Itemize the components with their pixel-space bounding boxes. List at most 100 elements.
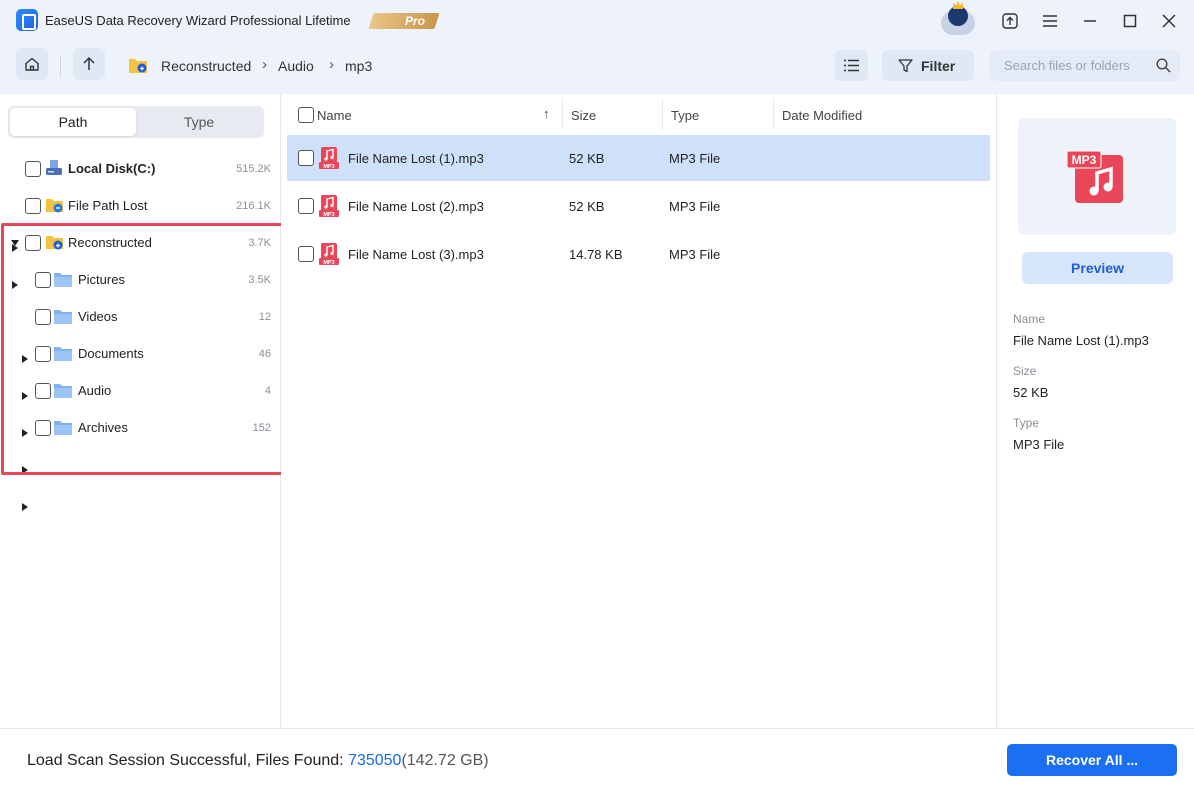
close-icon[interactable] xyxy=(1156,8,1182,34)
svg-text:MP3: MP3 xyxy=(323,164,334,169)
tree-item-label: Documents xyxy=(78,346,144,361)
svg-text:MP3: MP3 xyxy=(323,212,334,217)
chevron-right-icon: › xyxy=(262,56,267,73)
file-checkbox[interactable] xyxy=(298,150,314,166)
file-type: MP3 File xyxy=(669,151,721,166)
details-panel: MP3 Preview Name File Name Lost (1).mp3 … xyxy=(996,94,1194,728)
tree-item-count: 216.1K xyxy=(236,199,271,212)
search-input[interactable] xyxy=(990,50,1150,81)
preview-thumbnail: MP3 xyxy=(1018,118,1176,235)
expand-arrow-icon[interactable] xyxy=(22,466,28,474)
file-row[interactable]: MP3 File Name Lost (3).mp3 14.78 KB MP3 … xyxy=(287,231,990,277)
disk-icon xyxy=(46,160,62,175)
file-row[interactable]: MP3 File Name Lost (1).mp3 52 KB MP3 Fil… xyxy=(287,135,990,181)
mp3-file-icon: MP3 xyxy=(319,147,339,169)
minimize-icon[interactable] xyxy=(1077,8,1103,34)
tree-item-documents[interactable]: Documents 46 xyxy=(0,335,281,437)
mascot-icon[interactable] xyxy=(936,1,980,38)
filter-button[interactable]: Filter xyxy=(882,50,974,81)
tree-checkbox[interactable] xyxy=(25,234,41,251)
tree-item-count: 3.5K xyxy=(248,273,271,286)
recover-all-button[interactable]: Recover All ... xyxy=(1007,744,1177,776)
tab-path[interactable]: Path xyxy=(10,108,136,136)
column-divider[interactable] xyxy=(562,98,563,130)
column-header-date-modified[interactable]: Date Modified xyxy=(782,108,862,123)
home-button[interactable] xyxy=(16,48,48,80)
column-header-size[interactable]: Size xyxy=(571,108,596,123)
tree-checkbox[interactable] xyxy=(35,382,51,399)
tree-checkbox[interactable] xyxy=(25,197,41,214)
search-icon[interactable] xyxy=(1156,58,1171,73)
files-found-size: (142.72 GB) xyxy=(401,752,489,769)
detail-name-label: Name xyxy=(1013,312,1046,326)
tab-type[interactable]: Type xyxy=(136,108,262,136)
tree-item-label: Pictures xyxy=(78,272,125,287)
filter-icon xyxy=(898,58,913,72)
files-found-count: 735050 xyxy=(348,752,402,769)
preview-button[interactable]: Preview xyxy=(1022,252,1173,284)
view-tabs: Path Type xyxy=(8,106,264,138)
mp3-icon-label: MP3 xyxy=(1072,153,1097,167)
detail-name-value: File Name Lost (1).mp3 xyxy=(1013,333,1149,348)
tree-item-archives[interactable]: Archives 152 xyxy=(0,409,281,511)
breadcrumb-item-audio[interactable]: Audio xyxy=(278,58,314,74)
column-header-name[interactable]: Name xyxy=(317,108,352,123)
tree-item-count: 515.2K xyxy=(236,162,271,175)
toolbar: Reconstructed › Audio › mp3 Filter xyxy=(0,42,1194,94)
collapse-arrow-icon[interactable] xyxy=(11,239,19,246)
status-bar: Load Scan Session Successful, Files Foun… xyxy=(0,728,1194,797)
status-message: Load Scan Session Successful, Files Foun… xyxy=(27,752,489,770)
home-icon xyxy=(25,57,39,71)
mp3-file-icon: MP3 xyxy=(319,243,339,265)
tree-item-videos[interactable]: Videos 12 xyxy=(0,298,281,400)
file-name: File Name Lost (2).mp3 xyxy=(348,199,484,214)
tree-item-reconstructed[interactable]: Reconstructed 3.7K xyxy=(0,224,281,261)
up-button[interactable] xyxy=(73,48,105,80)
search-box xyxy=(990,50,1180,81)
folder-icon xyxy=(54,384,72,398)
maximize-icon[interactable] xyxy=(1117,8,1143,34)
tree-item-label: File Path Lost xyxy=(68,198,148,213)
left-panel: Path Type Local Disk(C:) 515.2K File Pat… xyxy=(0,94,287,728)
file-size: 52 KB xyxy=(569,151,605,166)
detail-size-label: Size xyxy=(1013,364,1037,378)
detail-size-value: 52 KB xyxy=(1013,385,1049,400)
tree-item-file-path-lost[interactable]: File Path Lost 216.1K xyxy=(0,187,281,289)
file-checkbox[interactable] xyxy=(298,198,314,214)
breadcrumb-item-mp3[interactable]: mp3 xyxy=(345,58,372,74)
pro-badge: Pro xyxy=(368,10,440,32)
tree-checkbox[interactable] xyxy=(35,419,51,436)
detail-type-value: MP3 File xyxy=(1013,437,1065,452)
select-all-checkbox[interactable] xyxy=(298,107,314,123)
menu-icon[interactable] xyxy=(1037,8,1063,34)
tree-item-pictures[interactable]: Pictures 3.5K xyxy=(0,261,281,363)
sort-ascending-icon[interactable]: ↑ xyxy=(543,106,550,121)
tree-item-label: Audio xyxy=(78,383,112,398)
tree-item-local-disk[interactable]: Local Disk(C:) 515.2K xyxy=(0,150,281,252)
tree-checkbox[interactable] xyxy=(25,160,41,177)
file-row[interactable]: MP3 File Name Lost (2).mp3 52 KB MP3 Fil… xyxy=(287,183,990,229)
tree-item-count: 3.7K xyxy=(248,236,271,249)
file-type: MP3 File xyxy=(669,247,721,262)
status-text: Load Scan Session Successful, Files Foun… xyxy=(27,752,349,769)
expand-arrow-icon[interactable] xyxy=(22,503,28,511)
file-checkbox[interactable] xyxy=(298,246,314,262)
folder-lost-icon xyxy=(46,199,63,213)
tree-item-audio[interactable]: Audio 4 xyxy=(0,372,281,474)
tree-item-count: 12 xyxy=(258,310,271,323)
folder-reconstructed-icon xyxy=(129,59,147,73)
file-size: 14.78 KB xyxy=(569,247,623,262)
arrow-up-icon xyxy=(83,56,95,70)
tree-item-label: Videos xyxy=(78,309,118,324)
column-header-type[interactable]: Type xyxy=(671,108,699,123)
detail-type-label: Type xyxy=(1013,416,1040,430)
upload-icon[interactable] xyxy=(997,8,1023,34)
tree-checkbox[interactable] xyxy=(35,345,51,362)
column-divider[interactable] xyxy=(773,98,774,130)
breadcrumb-item-reconstructed[interactable]: Reconstructed xyxy=(161,58,251,74)
column-divider[interactable] xyxy=(662,98,663,130)
tree-checkbox[interactable] xyxy=(35,308,51,325)
tree-checkbox[interactable] xyxy=(35,271,51,288)
view-mode-button[interactable] xyxy=(835,50,868,81)
folder-icon xyxy=(54,310,72,324)
